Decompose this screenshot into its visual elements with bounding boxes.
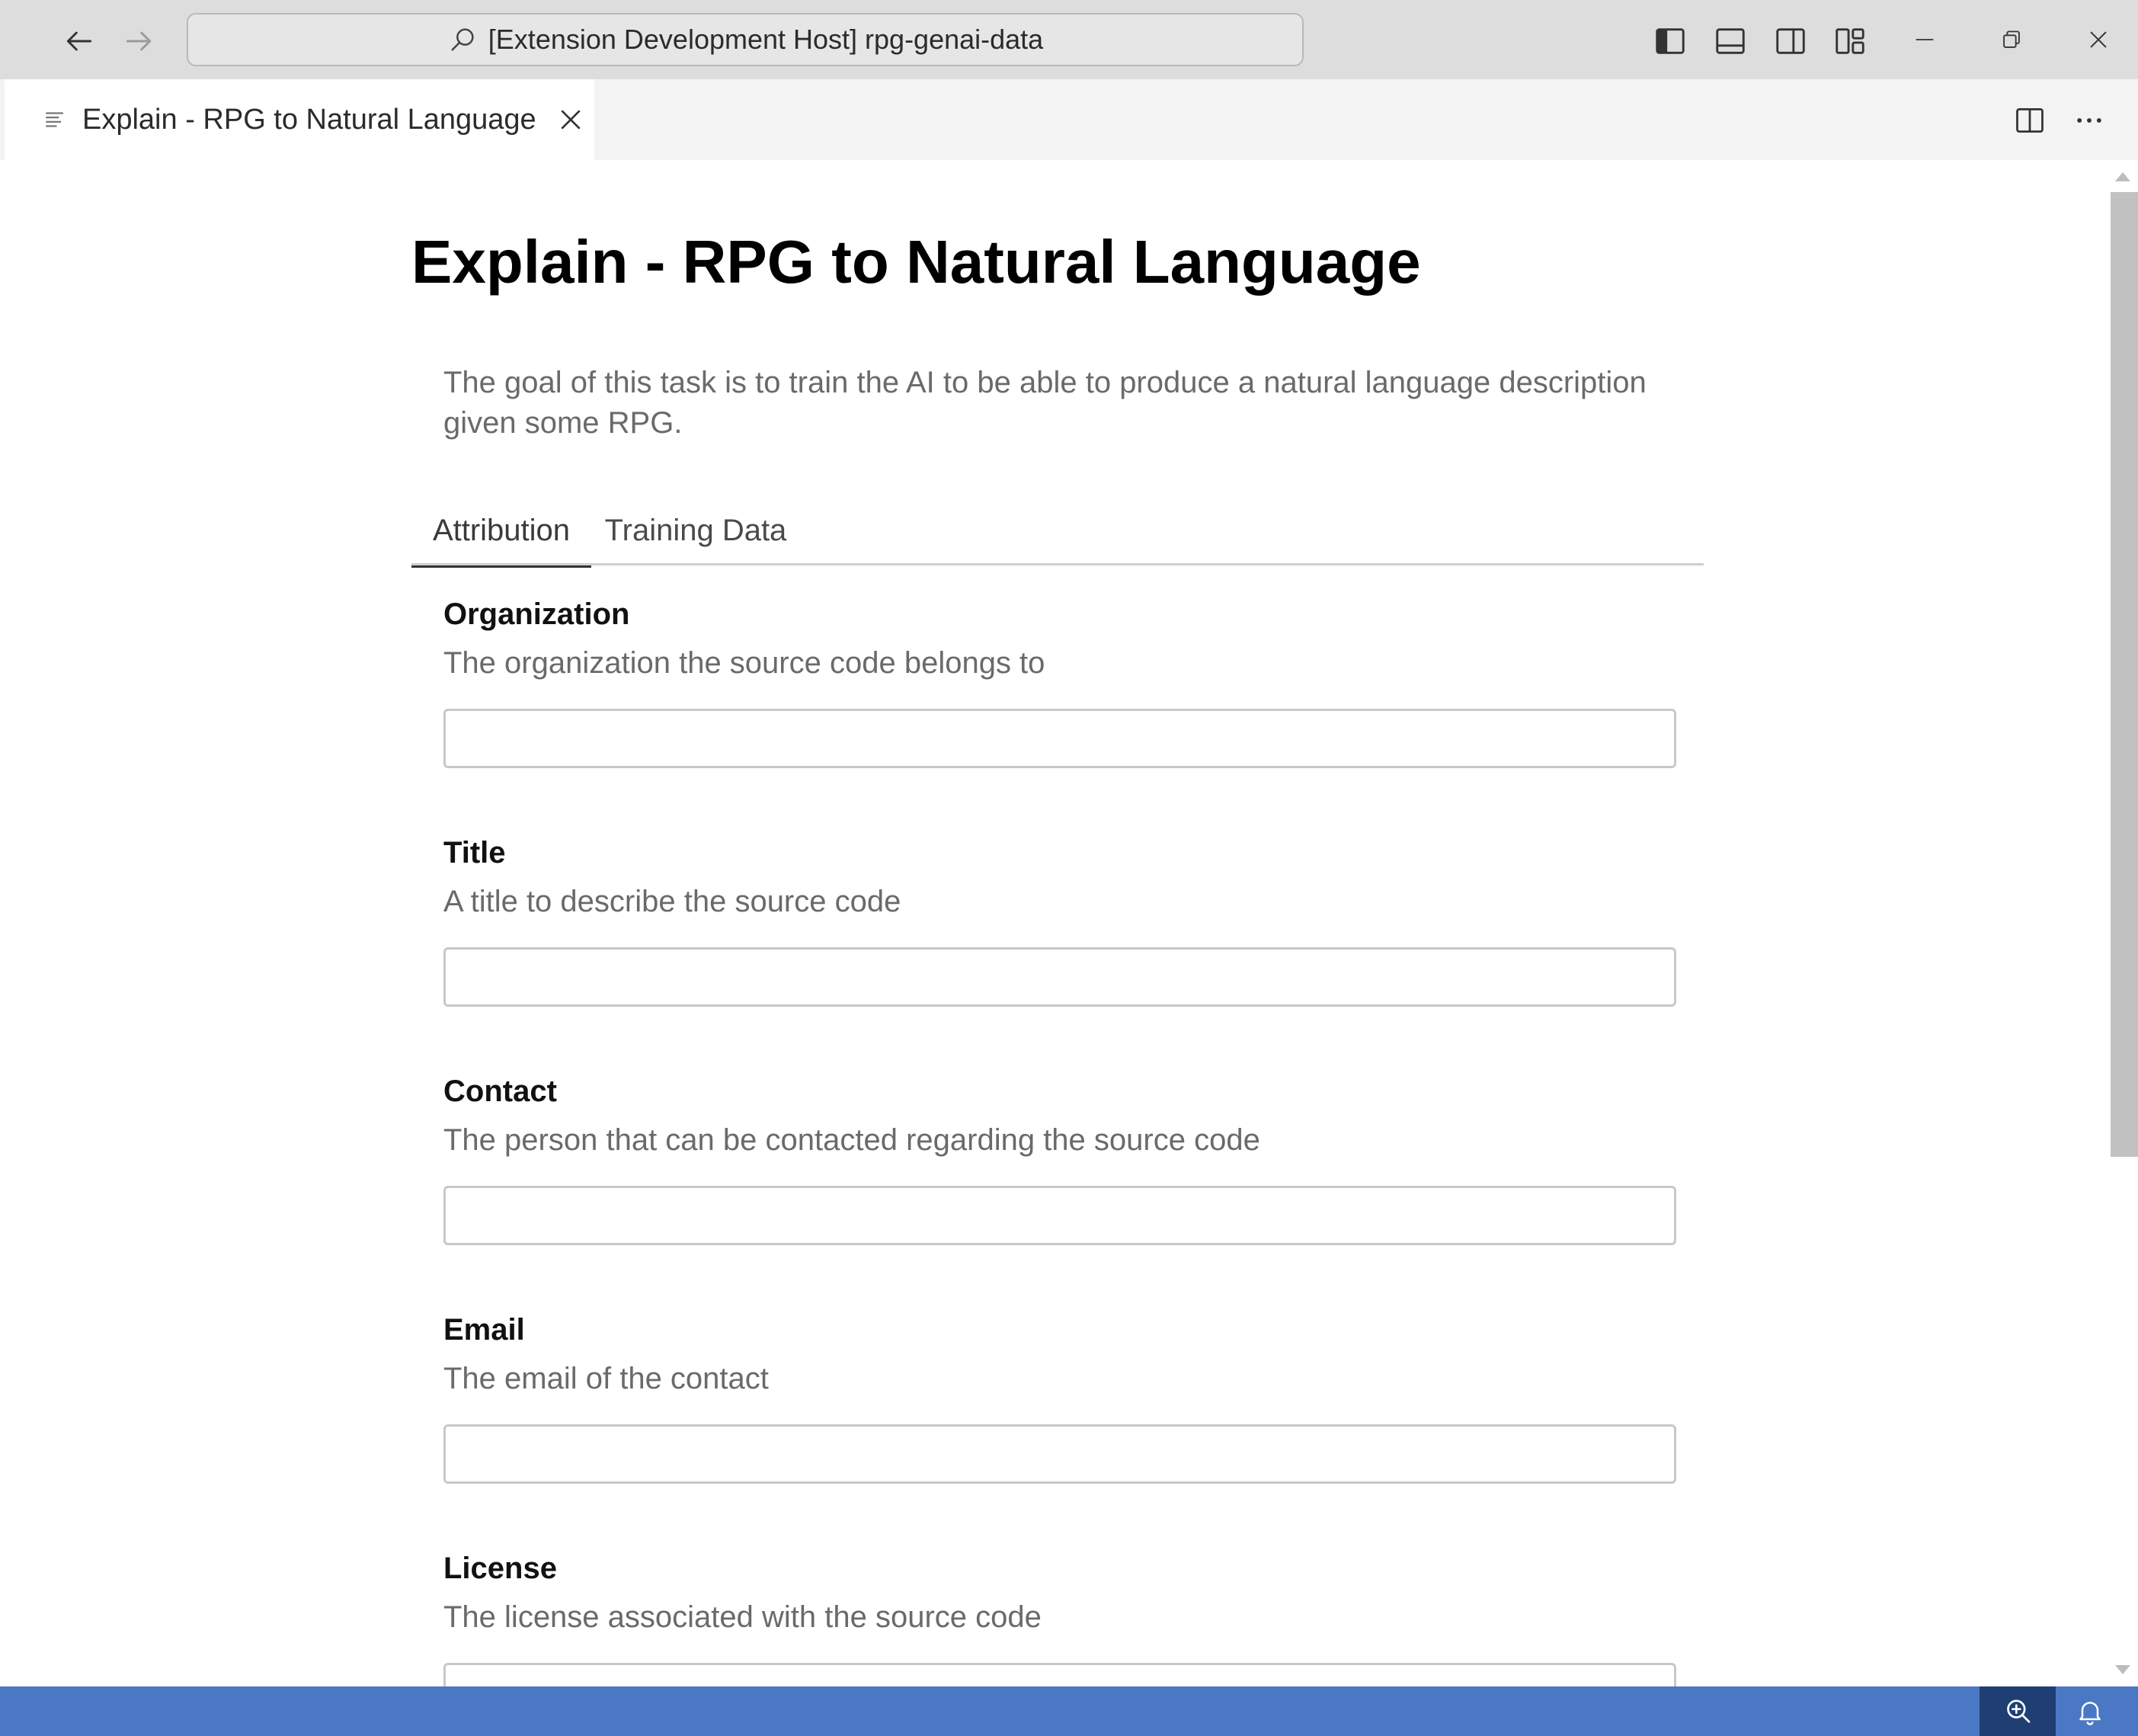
- layout-icon: [1836, 28, 1864, 54]
- restore-button[interactable]: [1981, 17, 2042, 62]
- license-field: License The license associated with the …: [443, 1547, 1676, 1686]
- arrow-right-icon: [126, 31, 152, 51]
- close-icon: [561, 110, 581, 130]
- search-icon: [451, 28, 474, 51]
- contact-input[interactable]: [443, 1186, 1676, 1245]
- field-label: Organization: [443, 597, 630, 631]
- command-center[interactable]: [Extension Development Host] rpg-genai-d…: [187, 13, 1304, 66]
- page-title: Explain - RPG to Natural Language: [411, 228, 1421, 296]
- scrollbar-thumb[interactable]: [2111, 192, 2138, 1157]
- editor-tab-strip: Explain - RPG to Natural Language: [0, 79, 2138, 160]
- scroll-down-arrow[interactable]: [2115, 1665, 2130, 1674]
- close-icon: [2090, 31, 2107, 48]
- split-editor-button[interactable]: [2008, 99, 2051, 142]
- webview-content: Explain - RPG to Natural Language The go…: [0, 160, 2108, 1686]
- email-input[interactable]: [443, 1424, 1676, 1484]
- field-label: License: [443, 1552, 557, 1585]
- title-field: Title A title to describe the source cod…: [443, 831, 1676, 1007]
- tab-bar: Attribution Training Data: [411, 495, 1704, 568]
- zoom-in-icon: [2007, 1699, 2031, 1723]
- field-help-text: A title to describe the source code: [443, 885, 901, 918]
- field-help-text: The license associated with the source c…: [443, 1600, 1042, 1634]
- title-input[interactable]: [443, 947, 1676, 1007]
- bell-icon: [2079, 1701, 2101, 1725]
- organization-field: Organization The organization the source…: [443, 593, 1676, 768]
- organization-input[interactable]: [443, 709, 1676, 768]
- editor-tab[interactable]: Explain - RPG to Natural Language: [5, 79, 594, 160]
- close-window-button[interactable]: [2068, 17, 2129, 62]
- preview-icon: [46, 112, 63, 127]
- field-label: Email: [443, 1313, 525, 1347]
- email-field: Email The email of the contact: [443, 1308, 1676, 1484]
- status-bar: [0, 1686, 2138, 1736]
- window-title: [Extension Development Host] rpg-genai-d…: [488, 24, 1044, 55]
- field-help-text: The person that can be contacted regardi…: [443, 1123, 1260, 1157]
- arrow-left-icon: [66, 31, 92, 51]
- close-tab-button[interactable]: [553, 102, 588, 137]
- zoom-status-item[interactable]: [1980, 1686, 2056, 1736]
- notifications-button[interactable]: [2056, 1686, 2124, 1736]
- tab-training-data[interactable]: Training Data: [591, 495, 800, 565]
- restore-icon: [2003, 30, 2020, 48]
- toggle-panel-button[interactable]: [1709, 20, 1752, 62]
- editor-tab-label: Explain - RPG to Natural Language: [82, 103, 536, 136]
- toggle-primary-sidebar-button[interactable]: [1649, 20, 1692, 62]
- sidebar-right-icon: [1776, 28, 1805, 54]
- title-bar: [Extension Development Host] rpg-genai-d…: [0, 0, 2138, 79]
- toggle-secondary-sidebar-button[interactable]: [1769, 20, 1812, 62]
- split-editor-icon: [2016, 107, 2044, 133]
- scroll-up-arrow[interactable]: [2115, 172, 2130, 181]
- tab-attribution[interactable]: Attribution: [411, 495, 591, 568]
- sidebar-left-icon: [1656, 28, 1685, 54]
- license-input[interactable]: [443, 1663, 1676, 1686]
- field-label: Title: [443, 836, 506, 870]
- more-actions-button[interactable]: [2068, 99, 2111, 142]
- minimize-button[interactable]: [1894, 17, 1955, 62]
- page-description: The goal of this task is to train the AI…: [443, 366, 1647, 440]
- field-help-text: The email of the contact: [443, 1362, 769, 1395]
- field-label: Contact: [443, 1075, 557, 1108]
- minimize-icon: [1916, 39, 1934, 40]
- vertical-scrollbar[interactable]: [2108, 160, 2138, 1686]
- field-help-text: The organization the source code belongs…: [443, 646, 1045, 680]
- customize-layout-button[interactable]: [1829, 20, 1871, 62]
- panel-bottom-icon: [1716, 28, 1745, 54]
- back-button[interactable]: [55, 17, 104, 66]
- forward-button[interactable]: [114, 17, 163, 66]
- contact-field: Contact The person that can be contacted…: [443, 1070, 1676, 1245]
- ellipsis-icon: [2077, 118, 2101, 123]
